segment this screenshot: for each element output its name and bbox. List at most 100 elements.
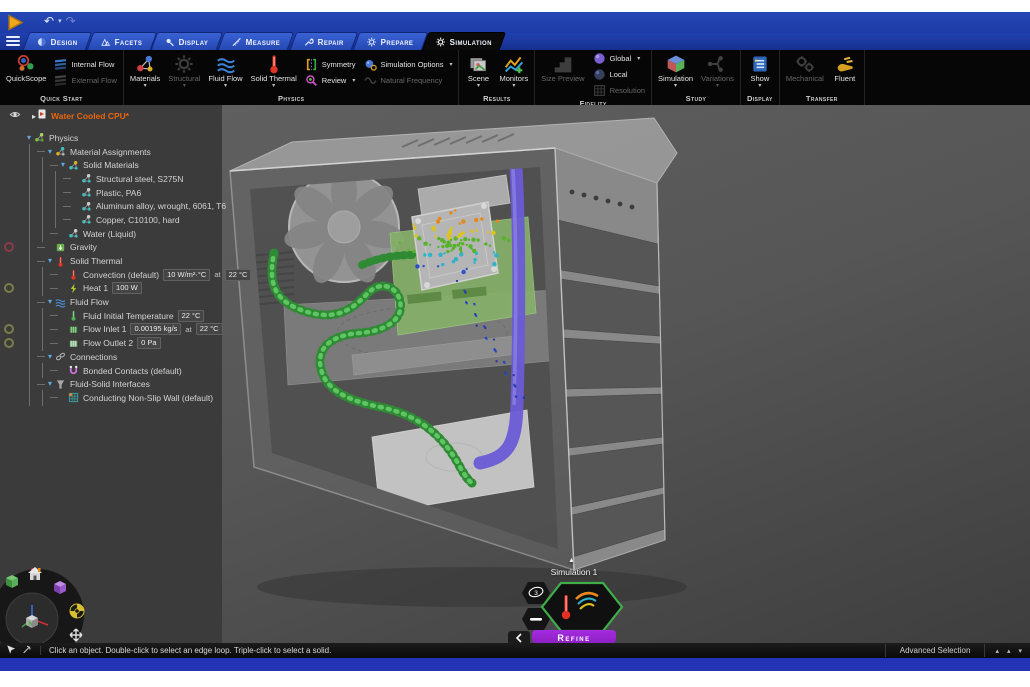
tab-measure[interactable]: Measure <box>218 32 295 50</box>
tree-root-row[interactable]: ▸ Water Cooled CPU* <box>0 109 222 123</box>
dropdown-caret-icon[interactable]: ▾ <box>352 77 355 84</box>
tab-display-icon <box>165 37 175 47</box>
dropdown-caret-icon[interactable]: ▾ <box>272 83 275 90</box>
refine-button[interactable]: Refine <box>532 630 616 643</box>
button-label: Mechanical <box>786 74 824 83</box>
advanced-selection-button[interactable]: Advanced Selection <box>885 644 986 657</box>
ribbon-button-show[interactable]: Show▾ <box>743 50 777 94</box>
dropdown-caret-icon[interactable]: ▾ <box>716 83 719 90</box>
ribbon-button-simulation[interactable]: Simulation▾ <box>654 50 697 94</box>
tree-item-conducting-non-slip-wall-default[interactable]: Conducting Non-Slip Wall (default) <box>0 391 222 405</box>
expander-icon[interactable]: ▾ <box>45 379 55 389</box>
field-heat-1[interactable]: 100 W <box>112 282 142 294</box>
expander-icon[interactable]: ▾ <box>58 160 68 170</box>
review-icon <box>305 74 318 87</box>
viewport-3d[interactable]: ▲ Simulation 1 3 <box>222 105 1030 643</box>
tab-facets-icon <box>101 37 111 47</box>
field-flow-inlet-1[interactable]: 22 °C <box>196 323 223 335</box>
tree-item-copper-c10100-hard[interactable]: Copper, C10100, hard <box>0 213 222 227</box>
dropdown-caret-icon[interactable]: ▾ <box>512 83 515 90</box>
nav-home-icon[interactable] <box>28 567 42 580</box>
menu-button[interactable] <box>4 34 22 48</box>
tab-facets[interactable]: Facets <box>87 32 157 50</box>
ribbon-button-monitors[interactable]: Monitors▾ <box>495 50 532 94</box>
redo-button[interactable]: ↷ <box>66 14 76 28</box>
field-separator-label: at <box>214 270 220 279</box>
tree-item-aluminum-alloy-wrought-6061-t6[interactable]: Aluminum alloy, wrought, 6061, T6 <box>0 199 222 213</box>
field-convection-default[interactable]: 10 W/m²·°C <box>163 269 210 281</box>
ribbon-button-fluent[interactable]: Fluent <box>828 50 862 94</box>
dropdown-caret-icon[interactable]: ▾ <box>758 83 761 90</box>
tree-item-flow-outlet-2[interactable]: Flow Outlet 20 Pa <box>0 336 222 350</box>
select-cursor-icon[interactable] <box>6 642 16 660</box>
field-convection-default[interactable]: 22 °C <box>225 269 252 281</box>
dropdown-caret-icon[interactable]: ▾ <box>449 61 452 68</box>
navigation-wheel[interactable] <box>0 557 102 643</box>
tree-item-material-assignments[interactable]: ▾Material Assignments <box>0 145 222 159</box>
ribbon-button-materials[interactable]: Materials▾ <box>126 50 164 94</box>
tree-item-connections[interactable]: ▾Connections <box>0 350 222 364</box>
dropdown-caret-icon[interactable]: ▾ <box>224 83 227 90</box>
expander-icon[interactable]: ▾ <box>45 147 55 157</box>
tree-item-fluid-solid-interfaces[interactable]: ▾Fluid-Solid Interfaces <box>0 377 222 391</box>
expander-icon[interactable]: ▾ <box>24 133 34 143</box>
tab-repair[interactable]: Repair <box>289 32 358 50</box>
tree-item-fluid-flow[interactable]: ▾Fluid Flow <box>0 295 222 309</box>
ribbon-button-scene[interactable]: Scene▾ <box>461 50 495 94</box>
ribbon-button-quickscope[interactable]: QuickScope <box>2 50 50 94</box>
ribbon-button-fluid-flow[interactable]: Fluid Flow▾ <box>204 50 246 94</box>
tab-simulation[interactable]: Simulation <box>422 32 507 50</box>
visibility-eye-icon[interactable] <box>8 107 22 125</box>
expander-icon[interactable]: ▾ <box>45 352 55 362</box>
tree-item-structural-steel-s275n[interactable]: Structural steel, S275N <box>0 172 222 186</box>
tab-design[interactable]: Design <box>23 32 92 50</box>
undo-dropdown-icon[interactable]: ▾ <box>58 17 62 25</box>
panel-up-icon-1[interactable]: ▴ <box>995 647 999 655</box>
tree-item-flow-inlet-1[interactable]: Flow Inlet 10.00195 kg/sat22 °C <box>0 323 222 337</box>
tree-item-convection-default[interactable]: Convection (default)10 W/m²·°Cat22 °C <box>0 268 222 282</box>
tree-item-fluid-initial-temperature[interactable]: Fluid Initial Temperature 22 °C <box>0 309 222 323</box>
expander-icon[interactable]: ▾ <box>45 297 55 307</box>
dropdown-caret-icon[interactable]: ▾ <box>144 83 147 90</box>
ribbon-button-symmetry[interactable]: Symmetry <box>305 58 356 71</box>
status-bar: Click an object. Double-click to select … <box>0 643 1030 658</box>
tree-item-solid-materials[interactable]: ▾Solid Materials <box>0 158 222 172</box>
thermal-flow-stage-hex[interactable] <box>542 583 622 631</box>
dropdown-caret-icon[interactable]: ▾ <box>637 55 640 62</box>
tree-item-heat-1[interactable]: Heat 1100 W <box>0 282 222 296</box>
pin-indicator[interactable] <box>4 242 14 252</box>
tab-prepare[interactable]: Prepare <box>352 32 427 50</box>
tree-item-gravity[interactable]: Gravity <box>0 241 222 255</box>
dropdown-caret-icon[interactable]: ▾ <box>674 83 677 90</box>
nav-spin-wheel-icon[interactable] <box>70 604 84 618</box>
ribbon-button-solid-thermal[interactable]: Solid Thermal▾ <box>247 50 301 94</box>
tree-item-bonded-contacts-default[interactable]: Bonded Contacts (default) <box>0 364 222 378</box>
pc-case-model[interactable] <box>222 105 1030 643</box>
dropdown-caret-icon[interactable]: ▾ <box>477 83 480 90</box>
ribbon-button-simulation-options[interactable]: Simulation Options▾ <box>364 58 453 71</box>
ribbon-button-global[interactable]: Global▾ <box>593 52 645 65</box>
tree-item-water-liquid[interactable]: Water (Liquid) <box>0 227 222 241</box>
simulation-marker-caret[interactable]: ▲ <box>568 557 575 564</box>
field-fluid-initial-temperature[interactable]: 22 °C <box>178 310 205 322</box>
refine-back-button[interactable] <box>508 631 530 644</box>
ribbon-button-internal-flow[interactable]: Internal Flow <box>54 58 116 71</box>
select-mode-icon[interactable] <box>22 642 32 660</box>
panel-down-icon[interactable]: ▾ <box>1018 647 1022 655</box>
ribbon-button-local[interactable]: Local <box>593 68 645 81</box>
ribbon-button-review[interactable]: Review▾ <box>305 74 356 87</box>
undo-button[interactable]: ↶ <box>44 14 54 28</box>
field-flow-outlet-2[interactable]: 0 Pa <box>137 337 160 349</box>
dropdown-caret-icon[interactable]: ▾ <box>183 83 186 90</box>
pin-indicator[interactable] <box>4 338 14 348</box>
pin-indicator[interactable] <box>4 283 14 293</box>
panel-up-icon-2[interactable]: ▴ <box>1007 647 1011 655</box>
expander-icon[interactable]: ▾ <box>45 256 55 266</box>
tree-item-label: Fluid Initial Temperature <box>83 311 174 321</box>
field-flow-inlet-1[interactable]: 0.00195 kg/s <box>130 323 181 335</box>
tree-item-solid-thermal[interactable]: ▾Solid Thermal <box>0 254 222 268</box>
tree-item-plastic-pa6[interactable]: Plastic, PA6 <box>0 186 222 200</box>
pin-indicator[interactable] <box>4 324 14 334</box>
tab-display[interactable]: Display <box>151 32 223 50</box>
tree-item-physics[interactable]: ▾Physics <box>0 131 222 145</box>
